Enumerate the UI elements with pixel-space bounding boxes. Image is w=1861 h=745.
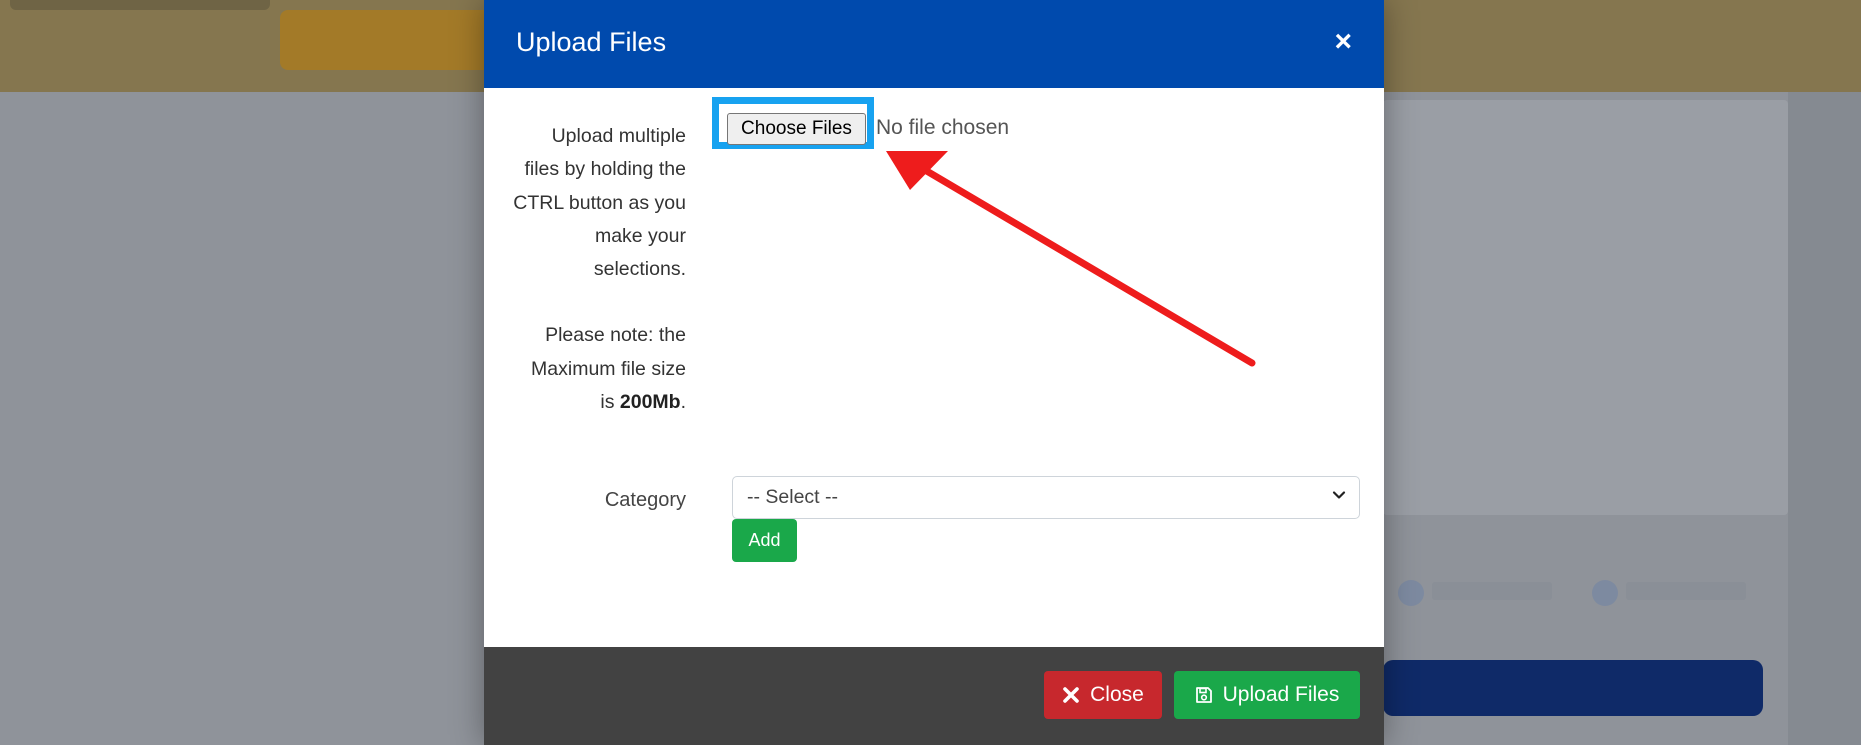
modal-footer: Close Upload Files bbox=[484, 647, 1384, 745]
choose-files-button[interactable]: Choose Files bbox=[727, 113, 866, 145]
file-status-text: No file chosen bbox=[876, 116, 1010, 139]
help-line: files by holding the bbox=[524, 158, 686, 181]
chevron-down-icon bbox=[1332, 491, 1346, 499]
background-icon bbox=[1398, 580, 1424, 606]
max-size-value: 200Mb bbox=[619, 391, 681, 414]
upload-button-label: Upload Files bbox=[1222, 683, 1340, 706]
category-select[interactable]: -- Select -- bbox=[732, 476, 1360, 519]
note-line: Please note: the bbox=[545, 324, 686, 347]
help-line: make your bbox=[594, 224, 686, 247]
max-size-line: is 200Mb. bbox=[484, 386, 686, 419]
background-button bbox=[280, 10, 500, 70]
note-line: Maximum file size bbox=[531, 357, 686, 380]
modal-close-icon[interactable]: × bbox=[1334, 26, 1352, 58]
modal-title: Upload Files bbox=[516, 27, 667, 57]
help-line: Upload multiple bbox=[551, 125, 686, 147]
file-input-highlight: Choose Files bbox=[712, 97, 874, 149]
max-size-suffix: . bbox=[680, 391, 686, 414]
max-size-prefix: is bbox=[600, 391, 620, 414]
category-selected-value: -- Select -- bbox=[747, 486, 839, 508]
floppy-disk-icon bbox=[1195, 687, 1212, 703]
background-text bbox=[1432, 582, 1552, 600]
upload-files-button[interactable]: Upload Files bbox=[1174, 671, 1360, 719]
background-logo bbox=[10, 0, 270, 10]
help-line: selections. bbox=[593, 258, 686, 281]
help-line: CTRL button as you bbox=[513, 191, 686, 214]
modal-header: Upload Files × bbox=[484, 0, 1384, 88]
close-button[interactable]: Close bbox=[1044, 671, 1162, 719]
background-panel bbox=[1383, 100, 1788, 515]
background-icon bbox=[1592, 580, 1618, 606]
category-label: Category bbox=[604, 489, 686, 511]
background-sidebar bbox=[1788, 92, 1861, 745]
background-text bbox=[1626, 582, 1746, 600]
close-button-label: Close bbox=[1090, 683, 1144, 706]
background-bar bbox=[1383, 660, 1763, 716]
upload-help-text: Upload multiple files by holding the CTR… bbox=[484, 120, 686, 419]
x-icon bbox=[1063, 687, 1079, 703]
annotation-arrow bbox=[886, 151, 1256, 367]
add-category-button[interactable]: Add bbox=[732, 519, 797, 562]
